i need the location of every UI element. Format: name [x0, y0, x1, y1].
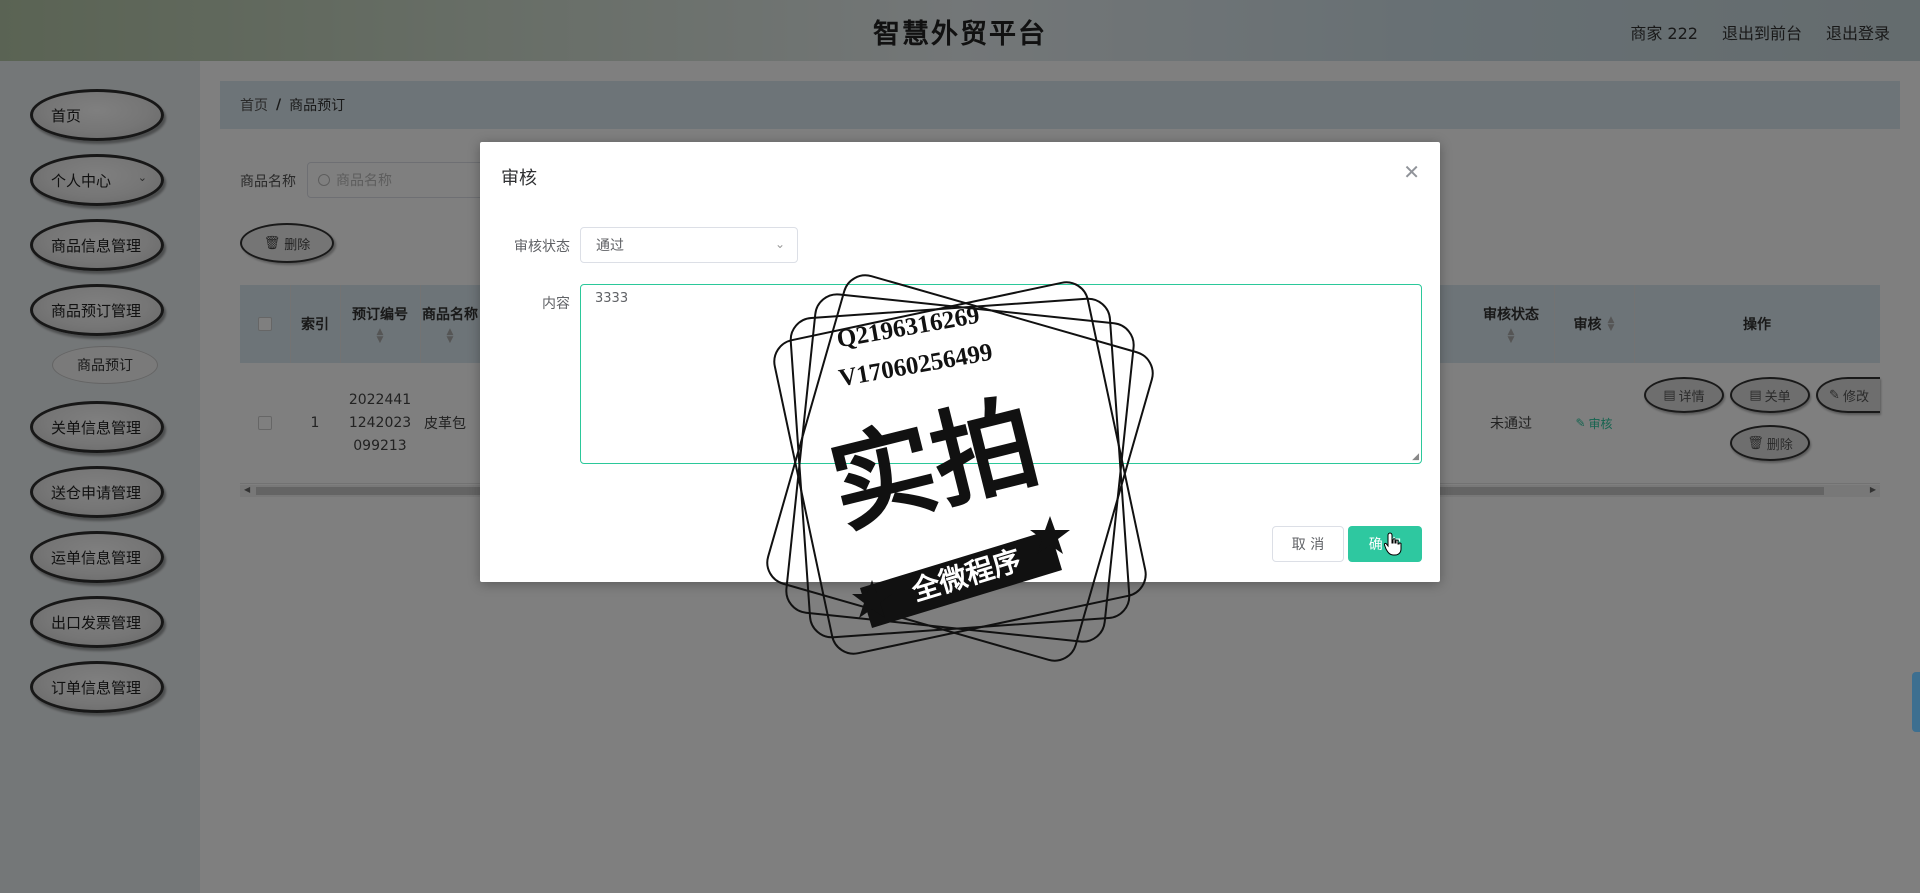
hand-cursor-icon [1384, 532, 1402, 556]
close-icon[interactable]: ✕ [1403, 160, 1420, 184]
watermark-stamp: Q2196316269 V17060256499 实拍 全微程序 [750, 258, 1170, 678]
select-value: 通过 [596, 238, 624, 254]
textarea-value: 3333 [595, 291, 629, 306]
floating-side-tab[interactable] [1912, 672, 1920, 732]
cancel-button[interactable]: 取 消 [1272, 526, 1344, 562]
status-label: 审核状态 [514, 239, 570, 255]
resize-handle-icon[interactable]: ◢ [1412, 452, 1419, 462]
chevron-down-icon: ⌄ [774, 237, 785, 251]
dialog-title: 审核 [501, 168, 537, 189]
content-label: 内容 [542, 296, 570, 312]
